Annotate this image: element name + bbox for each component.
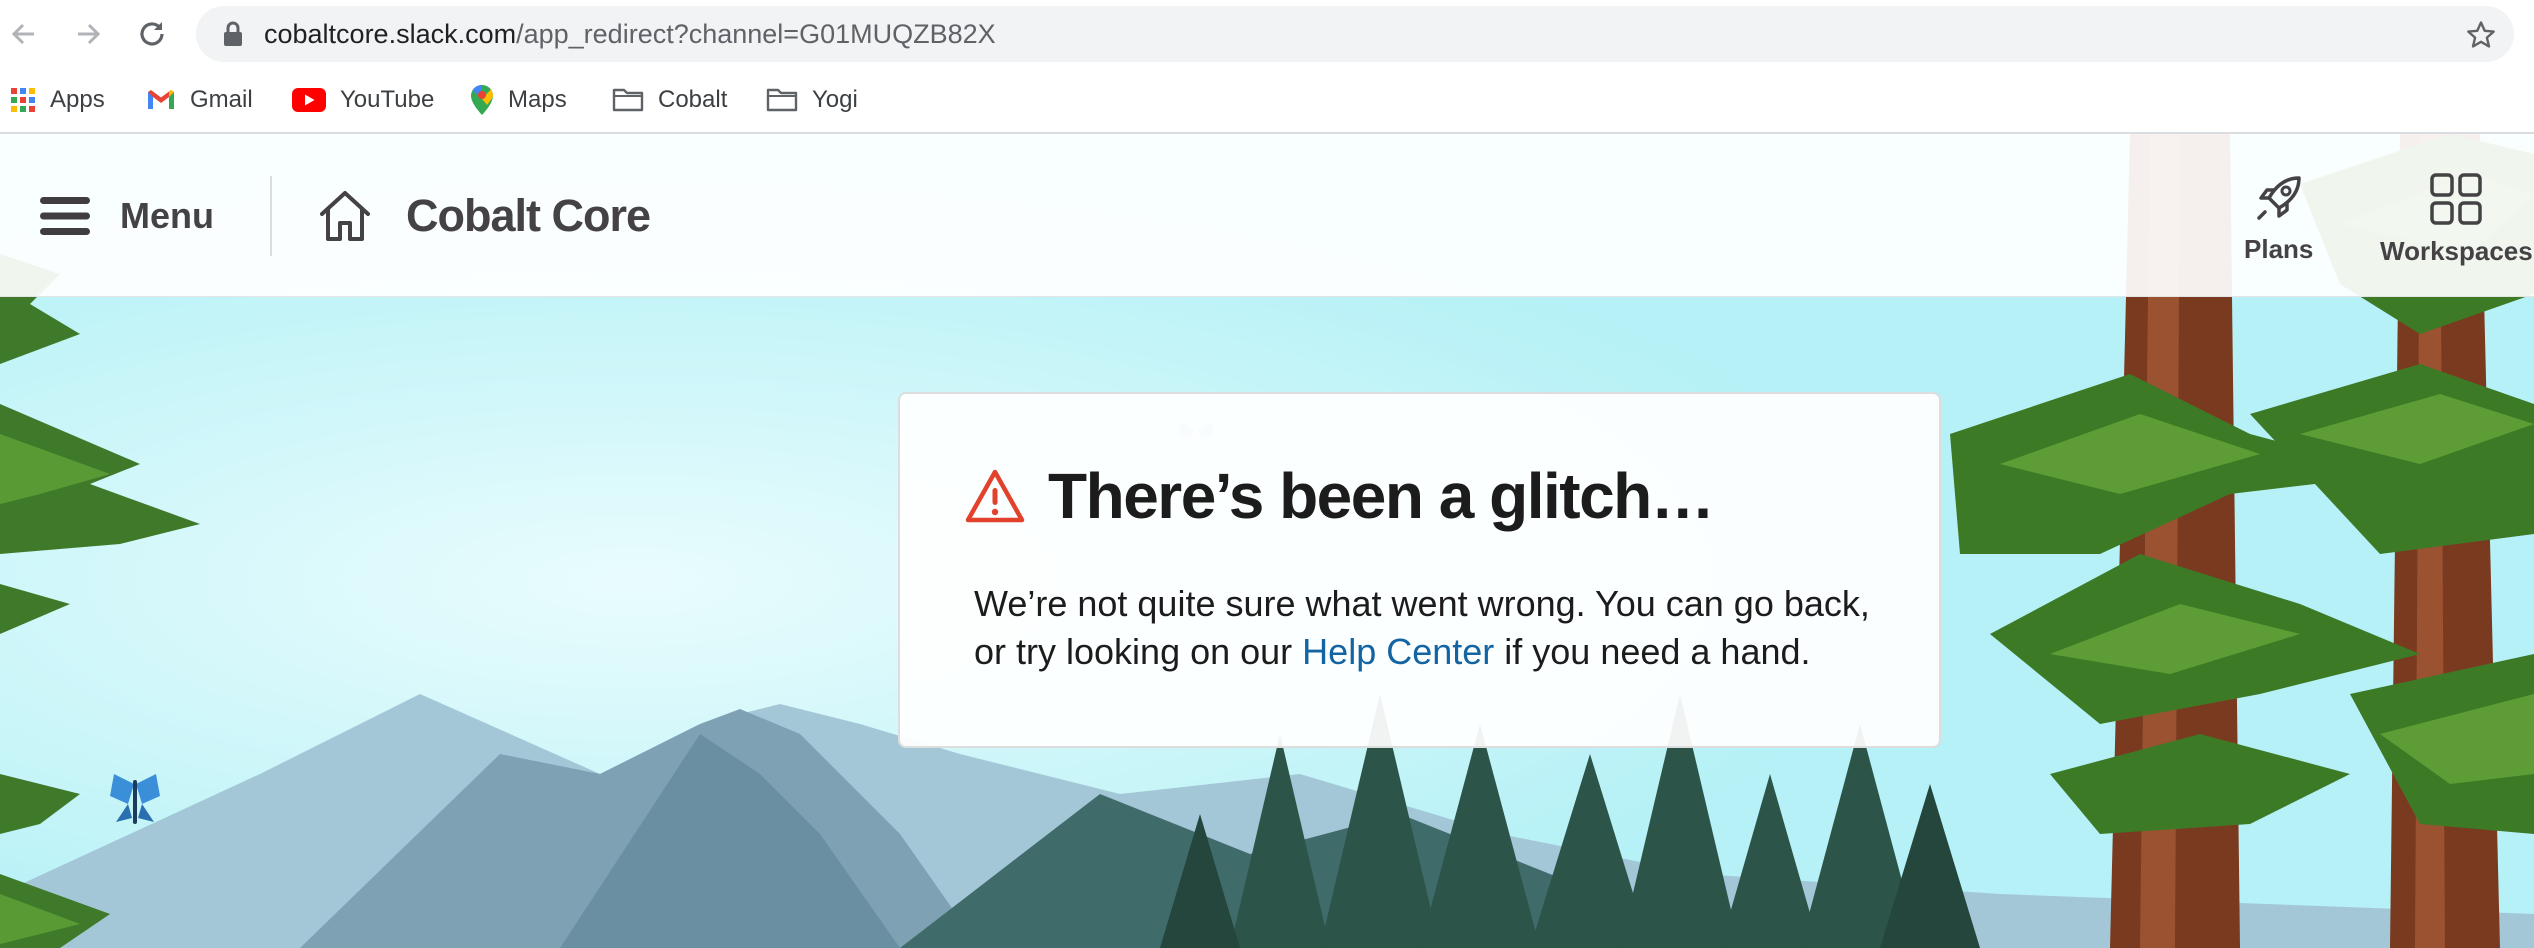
slack-header: Menu Cobalt Core Plans Workspaces	[0, 134, 2534, 297]
bookmark-youtube[interactable]: YouTube	[292, 80, 434, 120]
workspace-name: Cobalt Core	[406, 190, 651, 241]
menu-label: Menu	[120, 195, 214, 236]
lock-icon	[224, 21, 242, 46]
bookmark-label: Maps	[508, 86, 567, 113]
bookmark-label: Cobalt	[658, 86, 728, 113]
workspaces-button[interactable]: Workspaces	[2380, 172, 2533, 267]
browser-toolbar: cobaltcore.slack.com/app_redirect?channe…	[0, 0, 2534, 68]
folder-icon	[612, 88, 644, 112]
plans-label: Plans	[2244, 234, 2314, 264]
bookmark-gmail[interactable]: Gmail	[146, 80, 253, 120]
bookmark-apps[interactable]: Apps	[10, 80, 105, 120]
url-text: cobaltcore.slack.com/app_redirect?channe…	[264, 6, 996, 62]
warning-icon	[965, 469, 1025, 523]
back-button[interactable]	[0, 10, 48, 58]
arrow-left-icon	[11, 23, 34, 45]
home-icon	[320, 191, 370, 241]
address-bar[interactable]: cobaltcore.slack.com/app_redirect?channe…	[196, 6, 2514, 62]
grid-icon	[2430, 173, 2483, 225]
gmail-icon	[148, 90, 174, 109]
hamburger-menu-icon	[40, 197, 90, 235]
error-message-text-end: if you need a hand.	[1494, 631, 1811, 672]
arrow-right-icon	[78, 23, 101, 45]
reload-button[interactable]	[128, 10, 176, 58]
url-path: /app_redirect?channel=G01MUQZB82X	[516, 19, 996, 49]
bookmark-label: Yogi	[812, 86, 858, 113]
error-card: There’s been a glitch… We’re not quite s…	[898, 392, 1941, 748]
workspace-home-link[interactable]: Cobalt Core	[318, 184, 651, 248]
forward-button[interactable]	[64, 10, 112, 58]
rocket-icon	[2256, 176, 2301, 220]
error-message: We’re not quite sure what went wrong. Yo…	[974, 580, 1894, 676]
bookmark-folder-cobalt[interactable]: Cobalt	[612, 80, 727, 120]
url-host: cobaltcore.slack.com	[264, 19, 517, 49]
header-divider	[270, 176, 272, 256]
error-heading: There’s been a glitch…	[964, 456, 1715, 536]
bookmark-label: Apps	[50, 86, 105, 113]
bookmark-folder-yogi[interactable]: Yogi	[766, 80, 858, 120]
maps-pin-icon	[471, 85, 493, 115]
bookmark-label: Gmail	[190, 86, 253, 113]
bookmarks-bar: Apps Gmail YouTube Maps Cobalt Yogi	[0, 68, 2534, 134]
reload-icon	[140, 22, 164, 46]
page-content: Menu Cobalt Core Plans Workspaces There’…	[0, 134, 2534, 948]
workspaces-label: Workspaces	[2380, 236, 2533, 266]
menu-button[interactable]: Menu	[40, 190, 214, 242]
help-center-link[interactable]: Help Center	[1302, 631, 1494, 672]
error-title: There’s been a glitch…	[1048, 460, 1715, 532]
youtube-icon	[292, 88, 326, 112]
bookmark-maps[interactable]: Maps	[470, 80, 567, 120]
folder-icon	[766, 88, 798, 112]
apps-grid-icon	[11, 88, 35, 112]
star-icon[interactable]	[2466, 20, 2496, 50]
plans-button[interactable]: Plans	[2244, 172, 2313, 265]
bookmark-label: YouTube	[340, 86, 435, 113]
